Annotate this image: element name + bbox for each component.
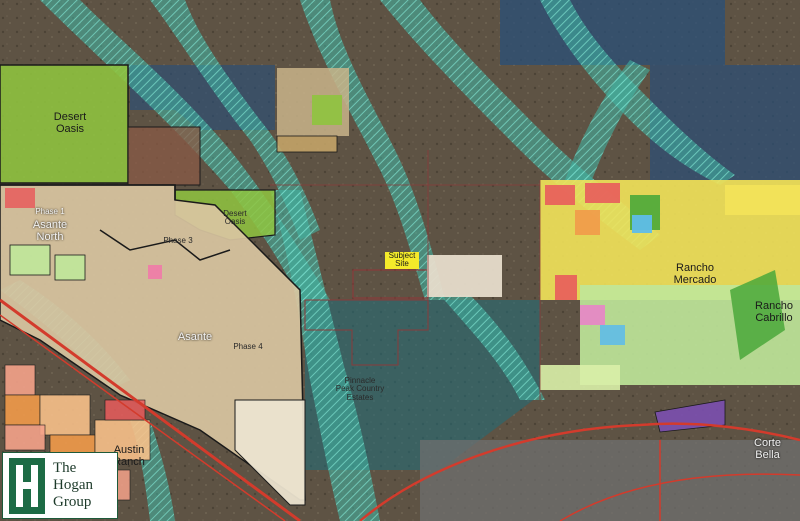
map-canvas[interactable]: Desert Oasis Asante North Phase 1 Desert… (0, 0, 800, 521)
parcel-rm-red-1 (545, 185, 575, 205)
logo-line-2: Hogan (53, 477, 93, 493)
logo-line-1: The (53, 460, 77, 476)
parcel-rc-pink (580, 305, 605, 325)
parcel-asante-green (9, 244, 51, 276)
parcel-rm-red-2 (585, 183, 620, 203)
parcel-north-dev-green (312, 95, 342, 125)
parcel-austin-ranch-2 (4, 394, 41, 426)
label-asante: Asante (177, 331, 213, 343)
label-subject-site[interactable]: Subject Site (385, 251, 419, 269)
label-phase-4: Phase 4 (233, 342, 263, 351)
parcel-asante-green2 (54, 254, 86, 281)
logo-line-3: Group (53, 494, 92, 510)
label-pinnacle-peak: Pinnacle Peak Country Estates (335, 376, 385, 402)
parcel-small-brown (127, 126, 201, 186)
parcel-rm-red-3 (555, 275, 577, 300)
parcel-asante-pink (148, 265, 162, 279)
parcel-austin-ranch-4 (4, 424, 46, 451)
parcel-north-dev-tan (276, 135, 338, 153)
parcel-subject-dev (427, 255, 502, 297)
parcel-rc-light-2 (580, 365, 620, 390)
label-phase-3: Phase 3 (163, 236, 193, 245)
h-logo-icon (9, 457, 45, 514)
parcel-asante-north-red (5, 188, 35, 208)
label-desert-oasis-2: Desert Oasis (223, 209, 247, 227)
label-asante-north: Asante North (32, 219, 68, 243)
parcel-rm-blue (632, 215, 652, 233)
logo-text: The Hogan Group (53, 460, 93, 511)
parcel-corte-bella (420, 440, 800, 521)
label-phase-1: Phase 1 (35, 207, 65, 216)
hogan-group-logo: The Hogan Group (2, 452, 118, 519)
water-overlay-north (500, 0, 725, 65)
parcel-rc-light-1 (540, 365, 580, 390)
label-rancho-mercado: Rancho Mercado (673, 262, 717, 286)
label-corte-bella: Corte Bella (754, 437, 781, 461)
parcel-rm-yellow-2 (725, 185, 800, 215)
parcel-austin-ranch-3 (39, 394, 91, 436)
parcel-rm-orange (575, 210, 600, 235)
label-rancho-cabrillo: Rancho Cabrillo (755, 300, 793, 324)
label-desert-oasis: Desert Oasis (53, 111, 87, 135)
parcel-austin-ranch-1 (4, 364, 36, 396)
parcel-rc-blue (600, 325, 625, 345)
